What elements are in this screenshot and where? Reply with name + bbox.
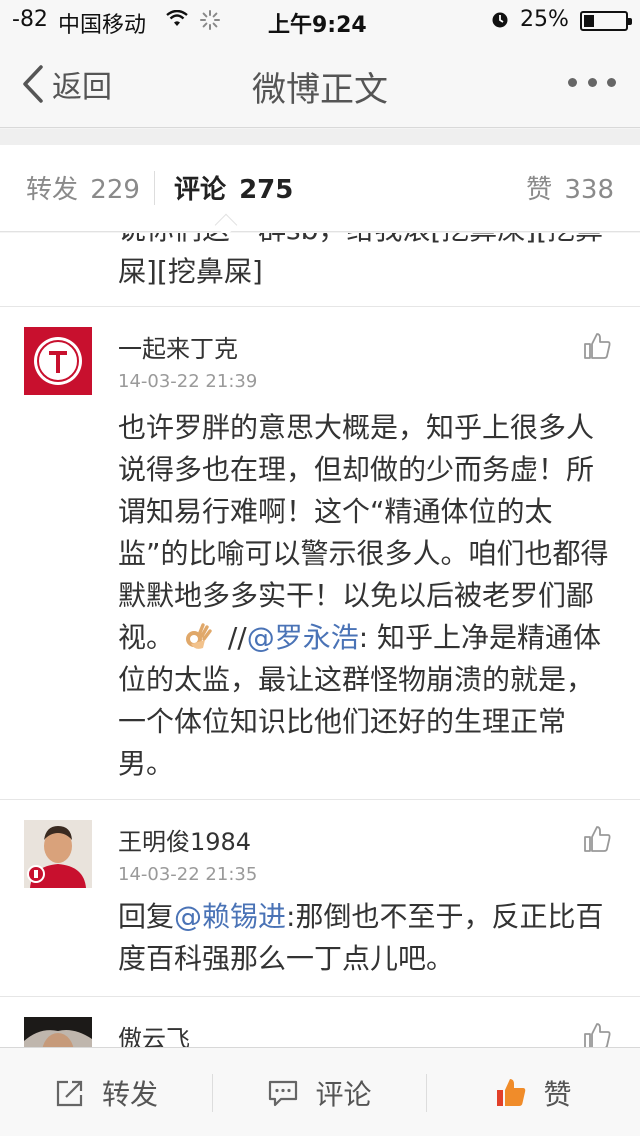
signal-strength: -82 <box>12 7 48 32</box>
activity-spinner-icon <box>200 10 220 30</box>
repost-prefix: // <box>227 621 247 654</box>
interaction-tabs: 转发 229 评论 275 赞 338 <box>0 145 640 237</box>
mention-link[interactable]: @罗永浩 <box>247 621 359 654</box>
comment-label: 评论 <box>315 1077 372 1111</box>
page-title: 微博正文 <box>252 70 388 110</box>
alarm-icon <box>492 12 508 28</box>
carrier-name: 中国移动 <box>58 13 147 38</box>
tab-reposts[interactable]: 转发 229 <box>26 169 140 206</box>
list-item[interactable]: 一起来丁克 14-03-22 21:39 也许罗胖的意思大概是，知乎上很多人说得… <box>0 307 640 800</box>
more-options-icon[interactable] <box>568 78 616 90</box>
wifi-icon <box>166 10 188 26</box>
mention-link[interactable]: @赖锡进 <box>174 900 286 933</box>
list-item[interactable]: 王明俊1984 14-03-22 21:35 回复@赖锡进:那倒也不至于，反正比… <box>0 800 640 997</box>
tab-comments-count: 275 <box>239 175 294 205</box>
list-item[interactable]: 傲云飞 <box>0 997 640 1047</box>
tab-likes-label: 赞 <box>526 175 553 205</box>
comment-author[interactable]: 一起来丁克 <box>118 329 238 364</box>
repost-label: 转发 <box>101 1077 158 1111</box>
bottom-toolbar: 转发 评论 赞 <box>0 1047 640 1136</box>
tab-likes-count: 338 <box>564 175 614 205</box>
thumbs-up-icon[interactable] <box>582 824 612 854</box>
list-item[interactable]: 说你们这一群sb，给我滚[挖鼻屎][挖鼻屎][挖鼻屎] <box>0 233 640 307</box>
comment-text: 回复@赖锡进:那倒也不至于，反正比百度百科强那么一丁点儿吧。 <box>118 896 618 980</box>
tab-comments-label: 评论 <box>174 175 227 205</box>
comment-icon <box>269 1080 298 1106</box>
comment-list[interactable]: 说你们这一群sb，给我滚[挖鼻屎][挖鼻屎][挖鼻屎] 一起来丁克 14-03-… <box>0 233 640 1047</box>
comment-text: 说你们这一群sb，给我滚[挖鼻屎][挖鼻屎][挖鼻屎] <box>118 233 603 288</box>
thumbs-up-icon[interactable] <box>582 1021 612 1047</box>
battery-icon <box>580 11 632 31</box>
reply-prefix: 回复 <box>118 900 175 933</box>
comment-time: 14-03-22 21:39 <box>118 371 258 392</box>
comment-author[interactable]: 王明俊1984 <box>118 822 251 857</box>
comment-text: 也许罗胖的意思大概是，知乎上很多人说得多也在理，但却做的少而务虚！所谓知易行难啊… <box>118 407 618 785</box>
comment-body: 也许罗胖的意思大概是，知乎上很多人说得多也在理，但却做的少而务虚！所谓知易行难啊… <box>118 411 609 654</box>
comment-author[interactable]: 傲云飞 <box>118 1019 190 1047</box>
tab-divider <box>154 171 155 205</box>
repost-button[interactable]: 转发 <box>0 1048 212 1136</box>
comment-time: 14-03-22 21:35 <box>118 864 258 885</box>
tab-likes[interactable]: 赞 338 <box>526 169 614 206</box>
battery-percent: 25% <box>520 7 569 32</box>
tab-comments[interactable]: 评论 275 <box>174 169 293 206</box>
avatar[interactable] <box>24 1017 92 1047</box>
navigation-bar: 返回 微博正文 <box>0 40 640 128</box>
clock: 上午9:24 <box>268 13 367 38</box>
thumbs-up-filled-icon <box>497 1078 526 1106</box>
like-button[interactable]: 赞 <box>427 1048 640 1136</box>
status-bar: -82 中国移动 上午9:24 25% <box>0 0 640 40</box>
like-label: 赞 <box>543 1077 572 1111</box>
share-icon <box>56 1080 83 1106</box>
tab-reposts-count: 229 <box>90 175 140 205</box>
comment-button[interactable]: 评论 <box>213 1048 426 1136</box>
section-gap <box>0 129 640 145</box>
ok-hand-emoji-icon <box>185 623 212 649</box>
tab-reposts-label: 转发 <box>26 175 79 205</box>
avatar[interactable] <box>24 820 92 888</box>
avatar[interactable] <box>24 327 92 395</box>
thumbs-up-icon[interactable] <box>582 331 612 361</box>
